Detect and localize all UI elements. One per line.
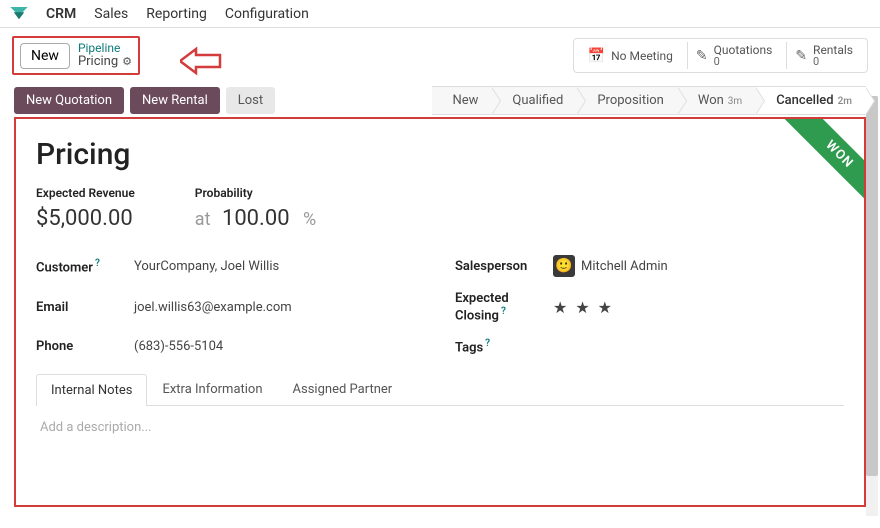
probability-label: Probability [195, 186, 316, 200]
calendar-icon: 📅 [588, 48, 605, 64]
menu-configuration[interactable]: Configuration [225, 6, 309, 22]
avatar: 🙂 [553, 255, 575, 277]
menu-sales[interactable]: Sales [94, 6, 128, 22]
edit-icon: ✎ [795, 48, 807, 64]
at-text: at [195, 209, 211, 230]
salesperson-label: Salesperson [455, 259, 535, 274]
closing-label: Expected Closing? [455, 291, 535, 323]
record-title[interactable]: Pricing [36, 137, 844, 172]
help-icon[interactable]: ? [485, 338, 490, 349]
stat-meeting[interactable]: 📅 No Meeting [580, 46, 681, 66]
app-logo [10, 7, 28, 21]
email-label: Email [36, 300, 116, 315]
customer-value[interactable]: YourCompany, Joel Willis [134, 259, 279, 274]
breadcrumb-current: Pricing ⚙ [78, 55, 132, 69]
tab-internal-notes[interactable]: Internal Notes [36, 374, 147, 406]
scrollbar-thumb[interactable] [866, 96, 878, 476]
stage-bar: New Qualified Proposition Won3m Cancelle… [432, 86, 866, 115]
stage-proposition[interactable]: Proposition [577, 86, 678, 115]
annotation-arrow-icon [180, 46, 224, 76]
edit-icon: ✎ [696, 48, 708, 64]
new-button[interactable]: New [20, 43, 70, 69]
help-icon[interactable]: ? [501, 306, 506, 317]
probability-value[interactable]: 100.00 [222, 206, 290, 231]
salesperson-value[interactable]: 🙂Mitchell Admin [553, 255, 668, 277]
tab-assigned-partner[interactable]: Assigned Partner [278, 373, 408, 405]
stage-won[interactable]: Won3m [678, 86, 756, 115]
menu-reporting[interactable]: Reporting [146, 6, 207, 22]
new-rental-button[interactable]: New Rental [130, 87, 220, 114]
phone-label: Phone [36, 339, 116, 354]
tags-label: Tags? [455, 338, 535, 355]
help-icon[interactable]: ? [95, 258, 100, 269]
tab-extra-information[interactable]: Extra Information [147, 373, 277, 405]
customer-label: Customer? [36, 258, 116, 275]
stage-new[interactable]: New [432, 86, 492, 115]
expected-revenue-label: Expected Revenue [36, 186, 135, 200]
record-form: WON Pricing Expected Revenue $5,000.00 P… [14, 117, 866, 507]
lost-button[interactable]: Lost [226, 87, 275, 114]
stage-qualified[interactable]: Qualified [492, 86, 577, 115]
priority-stars[interactable]: ★ ★ ★ [553, 298, 614, 317]
phone-value[interactable]: (683)-556-5104 [134, 339, 223, 354]
email-value[interactable]: joel.willis63@example.com [134, 300, 292, 315]
description-input[interactable]: Add a description... [36, 406, 844, 449]
app-name[interactable]: CRM [46, 6, 76, 22]
percent-sign: % [303, 209, 316, 230]
gear-icon[interactable]: ⚙ [122, 56, 132, 68]
stat-rentals[interactable]: ✎ Rentals0 [786, 42, 861, 69]
new-quotation-button[interactable]: New Quotation [14, 87, 124, 114]
stage-cancelled[interactable]: Cancelled2m [756, 86, 866, 115]
breadcrumb-area: New Pipeline Pricing ⚙ [12, 36, 140, 75]
scrollbar[interactable] [866, 96, 878, 516]
expected-revenue-value[interactable]: $5,000.00 [36, 206, 135, 231]
stat-quotations[interactable]: ✎ Quotations0 [687, 42, 780, 69]
